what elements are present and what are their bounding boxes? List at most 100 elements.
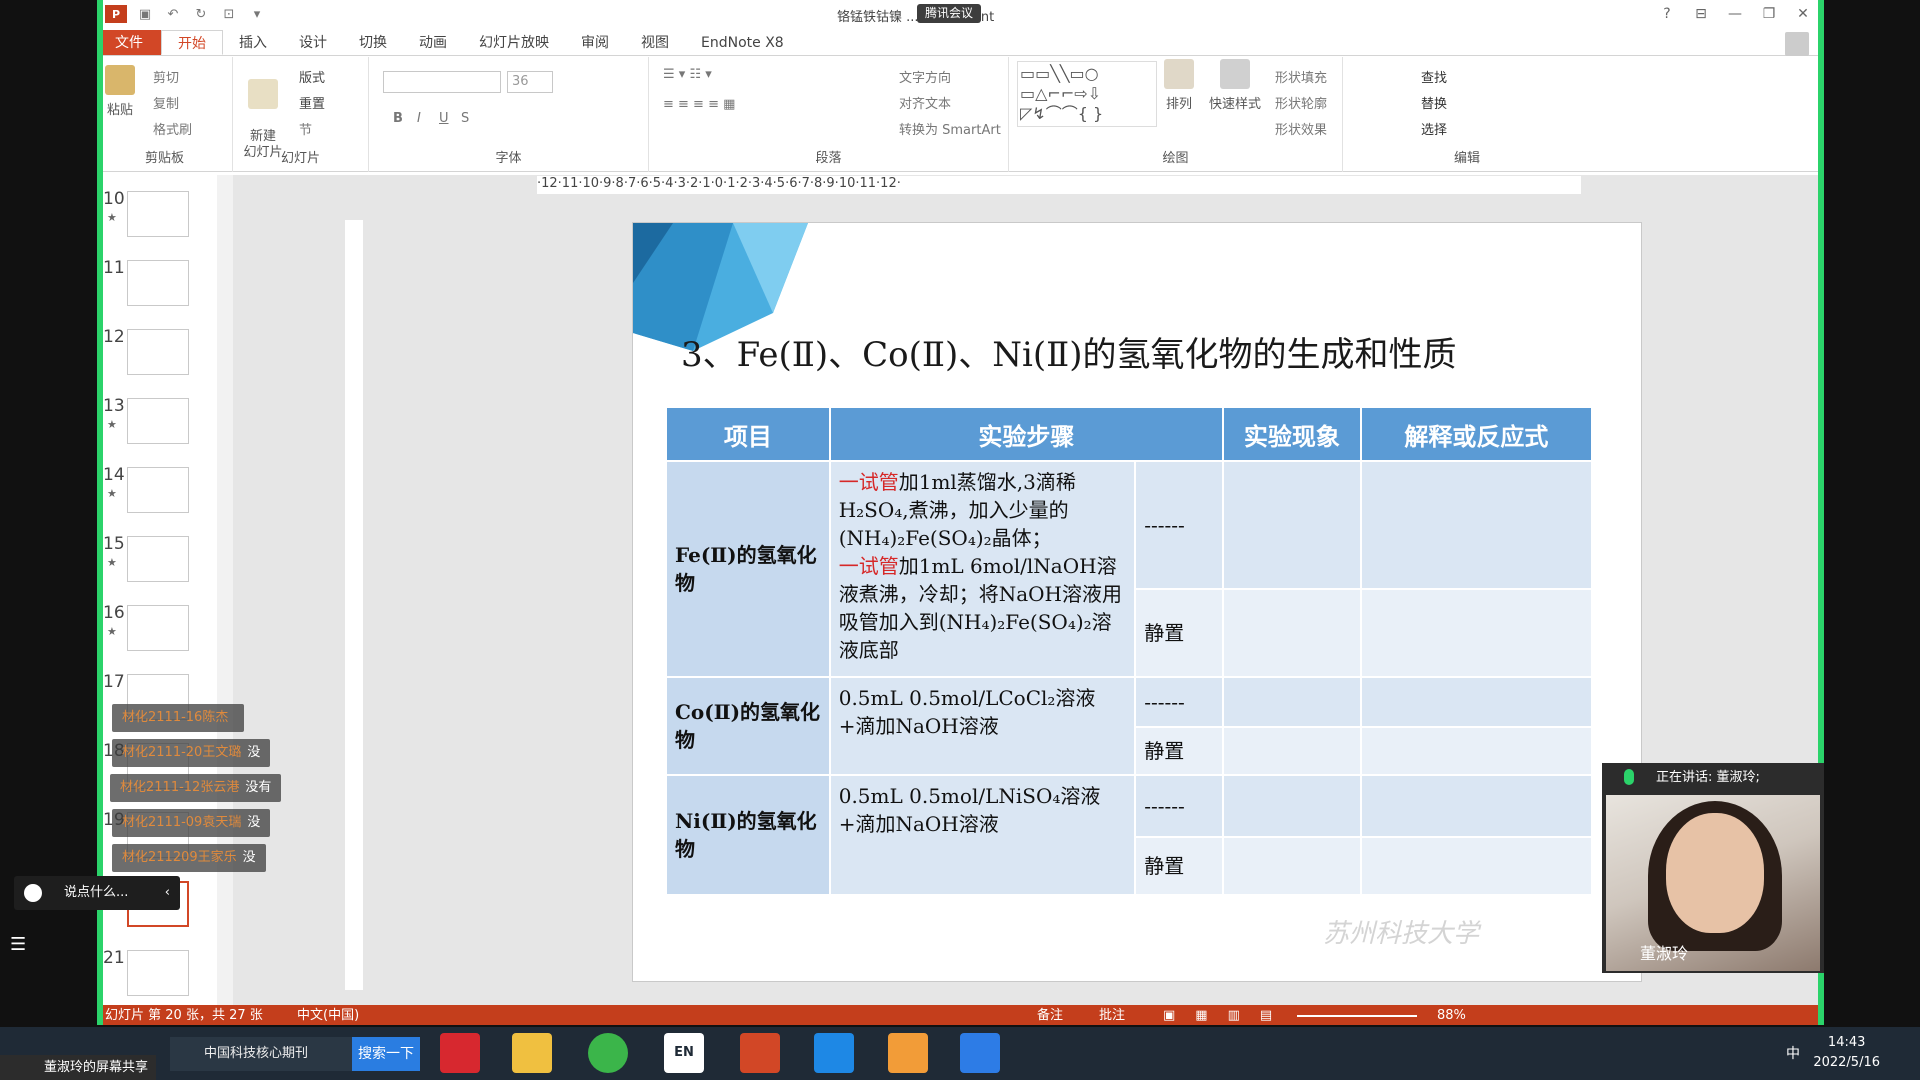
- emoji-icon[interactable]: [24, 884, 42, 902]
- ime-indicator[interactable]: 中: [1786, 1043, 1800, 1063]
- notes-button[interactable]: 备注: [1037, 1005, 1063, 1025]
- shapes-gallery[interactable]: ▭▭╲╲▭○ ▭△⌐⌐⇨⇩ ◸↯⌒⌒{ }: [1017, 61, 1157, 127]
- tab-file[interactable]: 文件: [97, 30, 161, 55]
- align-icons[interactable]: ≡ ≡ ≡ ≡ ▦: [663, 97, 735, 112]
- system-clock[interactable]: 14:43 2022/5/16: [1813, 1033, 1880, 1073]
- smartart-button[interactable]: 转换为 SmartArt: [899, 119, 1001, 138]
- fe-phenomenon-2[interactable]: [1222, 588, 1362, 678]
- reset-button[interactable]: 重置: [299, 93, 325, 112]
- replace-button[interactable]: 替换: [1421, 93, 1447, 112]
- fe-phenomenon-1[interactable]: [1222, 460, 1362, 590]
- powerpoint-window: P ▣ ↶ ↻ ⊡ ▾ 铬锰铁钴镍 ... PowerPoint 腾讯会议 ? …: [97, 0, 1823, 1025]
- copy-button[interactable]: 复制: [153, 93, 179, 112]
- ribbon-display-button[interactable]: ⊟: [1687, 4, 1715, 24]
- co-dash: ------: [1134, 676, 1225, 728]
- ni-phenomenon-1[interactable]: [1222, 774, 1362, 838]
- screen-share-indicator[interactable]: 董淑玲的屏幕共享: [0, 1055, 157, 1080]
- arrange-button[interactable]: 排列: [1159, 59, 1199, 112]
- tab-animations[interactable]: 动画: [403, 30, 463, 55]
- zoom-slider[interactable]: [1297, 1015, 1417, 1017]
- slide-thumbnail[interactable]: [127, 260, 189, 306]
- collapse-chevron-icon[interactable]: ‹: [165, 876, 170, 910]
- slide-thumbnail[interactable]: [127, 329, 189, 375]
- ni-explanation-1[interactable]: [1359, 774, 1594, 838]
- italic-button[interactable]: I: [417, 111, 421, 126]
- present-icon[interactable]: ⊡: [215, 0, 243, 28]
- font-size-field[interactable]: 36: [507, 71, 553, 93]
- search-button[interactable]: 搜索一下: [352, 1037, 420, 1071]
- header-phenomenon: 实验现象: [1222, 406, 1362, 462]
- redo-icon[interactable]: ↻: [187, 0, 215, 28]
- thumbnail-scrollbar[interactable]: [217, 175, 233, 1005]
- tab-home[interactable]: 开始: [161, 30, 223, 55]
- co-explanation-1[interactable]: [1359, 676, 1594, 728]
- language-indicator[interactable]: 中文(中国): [297, 1005, 359, 1025]
- close-button[interactable]: ✕: [1789, 4, 1817, 24]
- tencent-meeting-icon[interactable]: [960, 1033, 1000, 1073]
- powerpoint-taskbar-icon[interactable]: [740, 1033, 780, 1073]
- maximize-button[interactable]: ❐: [1755, 4, 1783, 24]
- shadow-button[interactable]: S: [461, 111, 469, 126]
- minimize-button[interactable]: —: [1721, 4, 1749, 24]
- fe-explanation-2[interactable]: [1359, 588, 1594, 678]
- file-explorer-icon[interactable]: [512, 1033, 552, 1073]
- tab-slideshow[interactable]: 幻灯片放映: [463, 30, 565, 55]
- tab-endnote[interactable]: EndNote X8: [685, 30, 800, 55]
- shape-fill-button[interactable]: 形状填充: [1275, 67, 1327, 86]
- youdao-icon[interactable]: [440, 1033, 480, 1073]
- slide-thumbnail[interactable]: [127, 467, 189, 513]
- tab-review[interactable]: 审阅: [565, 30, 625, 55]
- find-button[interactable]: 查找: [1421, 67, 1447, 86]
- list-icon[interactable]: ☰: [10, 934, 26, 955]
- slide-thumbnail[interactable]: [127, 950, 189, 996]
- align-text-button[interactable]: 对齐文本: [899, 93, 951, 112]
- tab-design[interactable]: 设计: [283, 30, 343, 55]
- customize-quick-access-icon[interactable]: ▾: [243, 0, 271, 28]
- slide-thumbnail[interactable]: [127, 536, 189, 582]
- quick-styles-button[interactable]: 快速样式: [1205, 59, 1265, 112]
- shape-outline-button[interactable]: 形状轮廓: [1275, 93, 1327, 112]
- slide-thumbnail[interactable]: [127, 191, 189, 237]
- table-row: Fe(Ⅱ)的氢氧化物 一试管加1ml蒸馏水,3滴稀H₂SO₄,煮沸，加入少量的(…: [665, 460, 1594, 678]
- text-direction-button[interactable]: 文字方向: [899, 67, 951, 86]
- clipboard-group-label: 剪贴板: [144, 151, 184, 166]
- save-icon[interactable]: ▣: [131, 0, 159, 28]
- ni-explanation-2[interactable]: [1359, 836, 1594, 896]
- comments-button[interactable]: 批注: [1099, 1005, 1125, 1025]
- undo-icon[interactable]: ↶: [159, 0, 187, 28]
- slide-thumbnail[interactable]: [127, 398, 189, 444]
- meeting-badge[interactable]: 腾讯会议: [917, 4, 982, 23]
- view-buttons[interactable]: ▣▦▥▤: [1163, 1005, 1292, 1025]
- layout-button[interactable]: 版式: [299, 67, 325, 86]
- slide[interactable]: 3、Fe(Ⅱ)、Co(Ⅱ)、Ni(Ⅱ)的氢氧化物的生成和性质 项目 实验步骤 实…: [632, 222, 1642, 982]
- tab-view[interactable]: 视图: [625, 30, 685, 55]
- tab-transitions[interactable]: 切换: [343, 30, 403, 55]
- co-explanation-2[interactable]: [1359, 726, 1594, 776]
- format-painter-button[interactable]: 格式刷: [153, 119, 192, 138]
- zoom-level[interactable]: 88%: [1437, 1005, 1466, 1025]
- animation-star-icon: ★: [107, 625, 117, 638]
- tab-insert[interactable]: 插入: [223, 30, 283, 55]
- phone-app-icon[interactable]: [814, 1033, 854, 1073]
- font-name-field[interactable]: [383, 71, 501, 93]
- paste-button[interactable]: 粘贴: [103, 65, 137, 118]
- bold-button[interactable]: B: [393, 111, 403, 126]
- cut-button[interactable]: 剪切: [153, 67, 179, 86]
- select-button[interactable]: 选择: [1421, 119, 1447, 138]
- ni-phenomenon-2[interactable]: [1222, 836, 1362, 896]
- slide-thumbnail[interactable]: [127, 605, 189, 651]
- browser-icon[interactable]: [588, 1033, 628, 1073]
- co-phenomenon-2[interactable]: [1222, 726, 1362, 776]
- user-avatar-icon[interactable]: [1785, 32, 1809, 56]
- shape-effects-button[interactable]: 形状效果: [1275, 119, 1327, 138]
- chat-input[interactable]: 说点什么... ‹: [14, 876, 180, 910]
- bullets-icon[interactable]: ☰ ▾ ☷ ▾: [663, 67, 712, 82]
- section-button[interactable]: 节: [299, 119, 312, 138]
- video-participant-name: 董淑玲: [1640, 944, 1689, 963]
- media-player-icon[interactable]: [888, 1033, 928, 1073]
- co-phenomenon-1[interactable]: [1222, 676, 1362, 728]
- english-ime-icon[interactable]: EN: [664, 1033, 704, 1073]
- fe-explanation-1[interactable]: [1359, 460, 1594, 590]
- help-button[interactable]: ?: [1653, 4, 1681, 24]
- underline-button[interactable]: U: [439, 111, 449, 126]
